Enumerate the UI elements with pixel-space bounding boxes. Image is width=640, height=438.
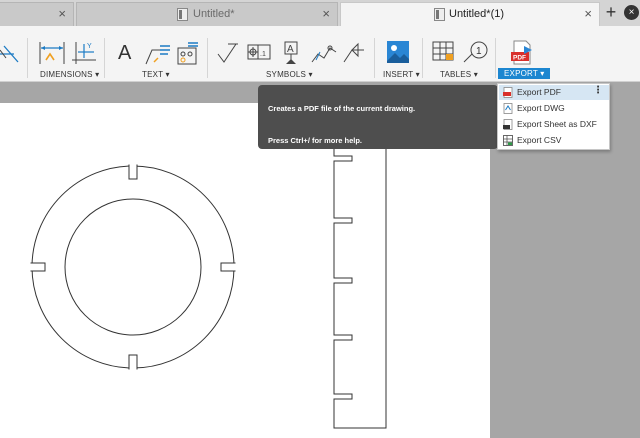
- tab-close-icon[interactable]: ×: [584, 7, 592, 21]
- drawing-canvas: [29, 103, 387, 429]
- tab-label: Untitled*: [193, 8, 235, 20]
- weld-symbol-icon[interactable]: [310, 40, 338, 66]
- leader-dimension-icon[interactable]: [0, 40, 22, 66]
- ribbon-separator: [422, 38, 423, 78]
- export-pdf-tooltip: Creates a PDF file of the current drawin…: [258, 85, 498, 149]
- balloon-icon[interactable]: 1: [462, 40, 490, 66]
- symbols-group-label[interactable]: SYMBOLS ▾: [266, 70, 313, 79]
- drawing-sheet[interactable]: [0, 103, 490, 438]
- ribbon-separator: [207, 38, 208, 78]
- menu-item-label: Export DWG: [517, 103, 565, 113]
- text-group-label[interactable]: TEXT ▾: [142, 70, 170, 79]
- tab-close-icon[interactable]: ×: [322, 7, 330, 21]
- svg-text:Y: Y: [87, 43, 92, 50]
- menu-item-export-csv[interactable]: Export CSV: [499, 133, 609, 148]
- drawing-document-icon: [177, 8, 188, 21]
- ribbon-separator: [374, 38, 375, 78]
- new-tab-button[interactable]: +: [601, 2, 621, 24]
- leader-text-icon[interactable]: [144, 40, 172, 66]
- tab-untitled[interactable]: Untitled* ×: [76, 2, 338, 26]
- drawing-document-icon: [434, 8, 445, 21]
- menu-item-export-dwg[interactable]: Export DWG: [499, 101, 609, 116]
- insert-group-label[interactable]: INSERT ▾: [383, 70, 420, 79]
- dwg-file-icon: [503, 103, 513, 114]
- ribbon-separator: [104, 38, 105, 78]
- insert-image-icon[interactable]: [386, 40, 410, 64]
- export-group-label[interactable]: EXPORT ▾: [498, 68, 551, 79]
- surface-texture-icon[interactable]: [216, 42, 240, 64]
- tab-label: Untitled*(1): [449, 8, 505, 20]
- pdf-badge-label: PDF: [513, 55, 526, 62]
- svg-text:A: A: [287, 44, 294, 55]
- feature-control-frame-icon[interactable]: .1: [246, 42, 274, 64]
- table-text-icon[interactable]: [176, 40, 200, 66]
- csv-file-icon: [503, 135, 513, 146]
- edge-symbol-icon[interactable]: [342, 40, 368, 66]
- export-dropdown-menu: Export PDF ⋮ Export DWG Export Sheet as …: [497, 83, 610, 150]
- ribbon-separator: [27, 38, 28, 78]
- menu-item-label: Export CSV: [517, 135, 562, 145]
- menu-item-export-pdf[interactable]: Export PDF ⋮: [499, 85, 609, 100]
- tab-previous[interactable]: ×: [0, 2, 74, 26]
- text-tool-icon[interactable]: A: [118, 42, 131, 65]
- close-window-icon[interactable]: ×: [624, 5, 639, 20]
- svg-text:.1: .1: [260, 51, 266, 58]
- tooltip-description: Creates a PDF file of the current drawin…: [268, 104, 416, 113]
- more-options-icon[interactable]: ⋮: [593, 85, 603, 96]
- notched-strip-view: [333, 103, 387, 429]
- tables-group-label[interactable]: TABLES ▾: [440, 70, 478, 79]
- ordinate-dimension-icon[interactable]: Y: [70, 40, 98, 66]
- ribbon-separator: [495, 38, 496, 78]
- ring-part-view: [31, 165, 235, 369]
- tooltip-help-hint: Press Ctrl+/ for more help.: [268, 136, 362, 145]
- ring-slot-masks: [29, 163, 237, 371]
- drawing-ribbon-toolbar: Y DIMENSIONS ▾ A TEXT ▾ .1 A SYMBOLS ▾ I…: [0, 26, 640, 82]
- menu-item-export-sheet-as-dxf[interactable]: Export Sheet as DXF: [499, 117, 609, 132]
- tab-untitled-1[interactable]: Untitled*(1) ×: [340, 2, 600, 26]
- menu-item-label: Export Sheet as DXF: [517, 119, 597, 129]
- dxf-file-icon: [503, 119, 513, 130]
- tab-close-icon[interactable]: ×: [58, 7, 66, 21]
- dimensions-group-label[interactable]: DIMENSIONS ▾: [40, 70, 99, 79]
- datum-identifier-icon[interactable]: A: [280, 40, 302, 66]
- menu-item-label: Export PDF: [517, 87, 561, 97]
- pdf-file-icon: [503, 87, 513, 98]
- table-icon[interactable]: [432, 40, 456, 64]
- dimension-icon[interactable]: [38, 40, 66, 66]
- balloon-number: 1: [476, 46, 482, 57]
- document-tab-bar: × Untitled* × Untitled*(1) × + ×: [0, 0, 640, 26]
- export-pdf-icon[interactable]: PDF: [510, 40, 534, 66]
